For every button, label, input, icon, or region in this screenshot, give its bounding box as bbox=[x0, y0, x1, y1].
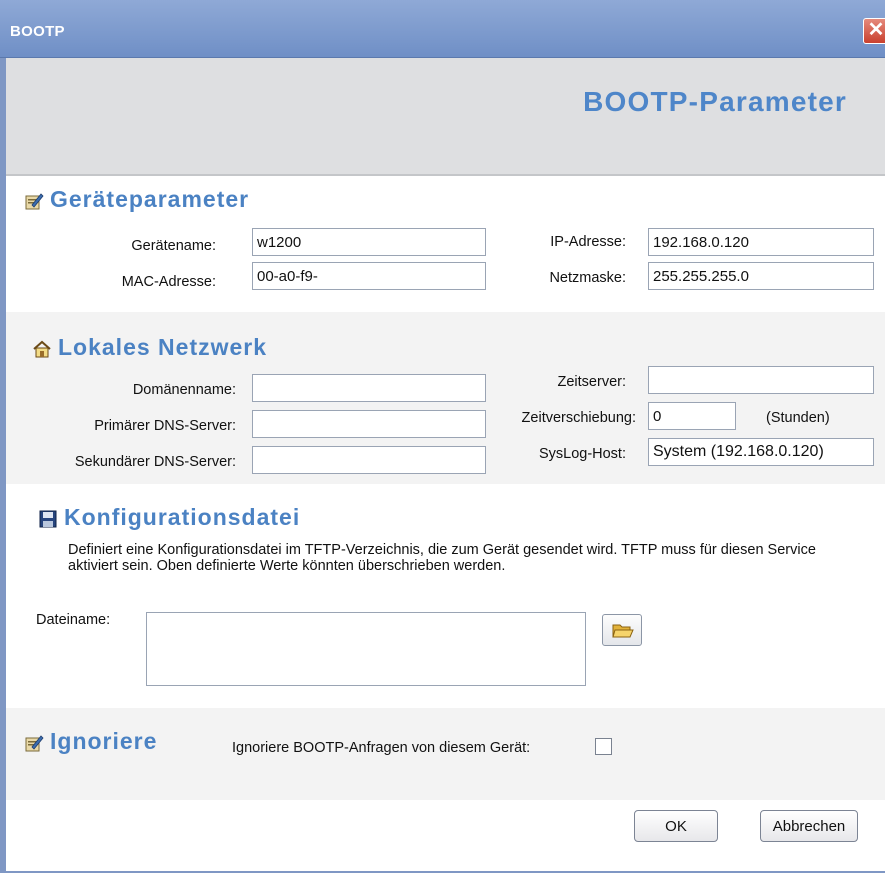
device-name-field[interactable] bbox=[252, 228, 486, 256]
config-file-title: Konfigurationsdatei bbox=[64, 504, 301, 530]
folder-open-icon bbox=[612, 621, 634, 642]
mac-field[interactable] bbox=[252, 262, 486, 290]
ok-button[interactable]: OK bbox=[634, 810, 718, 842]
device-params-section: Geräteparameter Gerätename: MAC-Adresse:… bbox=[6, 178, 885, 312]
config-file-heading: Konfigurationsdatei bbox=[38, 504, 300, 531]
config-file-description: Definiert eine Konfigurationsdatei im TF… bbox=[68, 542, 816, 574]
edit-icon bbox=[24, 190, 44, 210]
timeshift-field[interactable] bbox=[648, 402, 736, 430]
browse-button[interactable] bbox=[602, 614, 642, 646]
local-network-section: Lokales Netzwerk Domänenname: Primärer D… bbox=[6, 312, 885, 484]
secondary-dns-field[interactable] bbox=[252, 446, 486, 474]
filename-field[interactable] bbox=[146, 612, 586, 686]
timeshift-unit: (Stunden) bbox=[766, 410, 830, 426]
header-band: BOOTP-Parameter bbox=[6, 58, 885, 176]
mac-label: MAC-Adresse: bbox=[121, 274, 216, 290]
netmask-label: Netzmaske: bbox=[549, 270, 626, 286]
home-icon bbox=[32, 338, 52, 358]
ignore-checkbox-label: Ignoriere BOOTP-Anfragen von diesem Gerä… bbox=[232, 740, 531, 756]
save-icon bbox=[38, 508, 58, 528]
edit-icon bbox=[24, 732, 44, 752]
cancel-button[interactable]: Abbrechen bbox=[760, 810, 858, 842]
timeshift-label: Zeitverschiebung: bbox=[521, 410, 636, 426]
device-params-title: Geräteparameter bbox=[50, 186, 250, 212]
secondary-dns-label: Sekundärer DNS-Server: bbox=[74, 454, 236, 470]
ip-label: IP-Adresse: bbox=[550, 234, 626, 250]
ip-field[interactable] bbox=[648, 228, 874, 256]
domain-field[interactable] bbox=[252, 374, 486, 402]
timeserver-field[interactable] bbox=[648, 366, 874, 394]
primary-dns-field[interactable] bbox=[252, 410, 486, 438]
ignore-title: Ignoriere bbox=[50, 728, 158, 754]
domain-label: Domänenname: bbox=[132, 382, 236, 398]
ignore-section: Ignoriere Ignoriere BOOTP-Anfragen von d… bbox=[6, 708, 885, 800]
ignore-heading: Ignoriere bbox=[24, 728, 157, 755]
button-bar: OK Abbrechen bbox=[6, 800, 885, 873]
syslog-label: SysLog-Host: bbox=[538, 446, 626, 462]
timeserver-label: Zeitserver: bbox=[557, 374, 627, 390]
filename-label: Dateiname: bbox=[36, 612, 111, 628]
page-title: BOOTP-Parameter bbox=[583, 86, 847, 117]
window-title: BOOTP bbox=[10, 23, 65, 40]
close-icon: ✕ bbox=[867, 19, 885, 41]
title-bar: BOOTP ✕ bbox=[0, 0, 885, 58]
local-network-title: Lokales Netzwerk bbox=[58, 334, 268, 360]
local-network-heading: Lokales Netzwerk bbox=[32, 334, 267, 361]
netmask-field[interactable] bbox=[648, 262, 874, 290]
device-name-label: Gerätename: bbox=[131, 238, 216, 254]
ignore-checkbox[interactable] bbox=[595, 738, 612, 755]
close-button[interactable]: ✕ bbox=[863, 18, 885, 44]
syslog-field[interactable] bbox=[648, 438, 874, 466]
config-file-section: Konfigurationsdatei Definiert eine Konfi… bbox=[6, 484, 885, 708]
primary-dns-label: Primärer DNS-Server: bbox=[94, 418, 236, 434]
device-params-heading: Geräteparameter bbox=[24, 186, 249, 213]
